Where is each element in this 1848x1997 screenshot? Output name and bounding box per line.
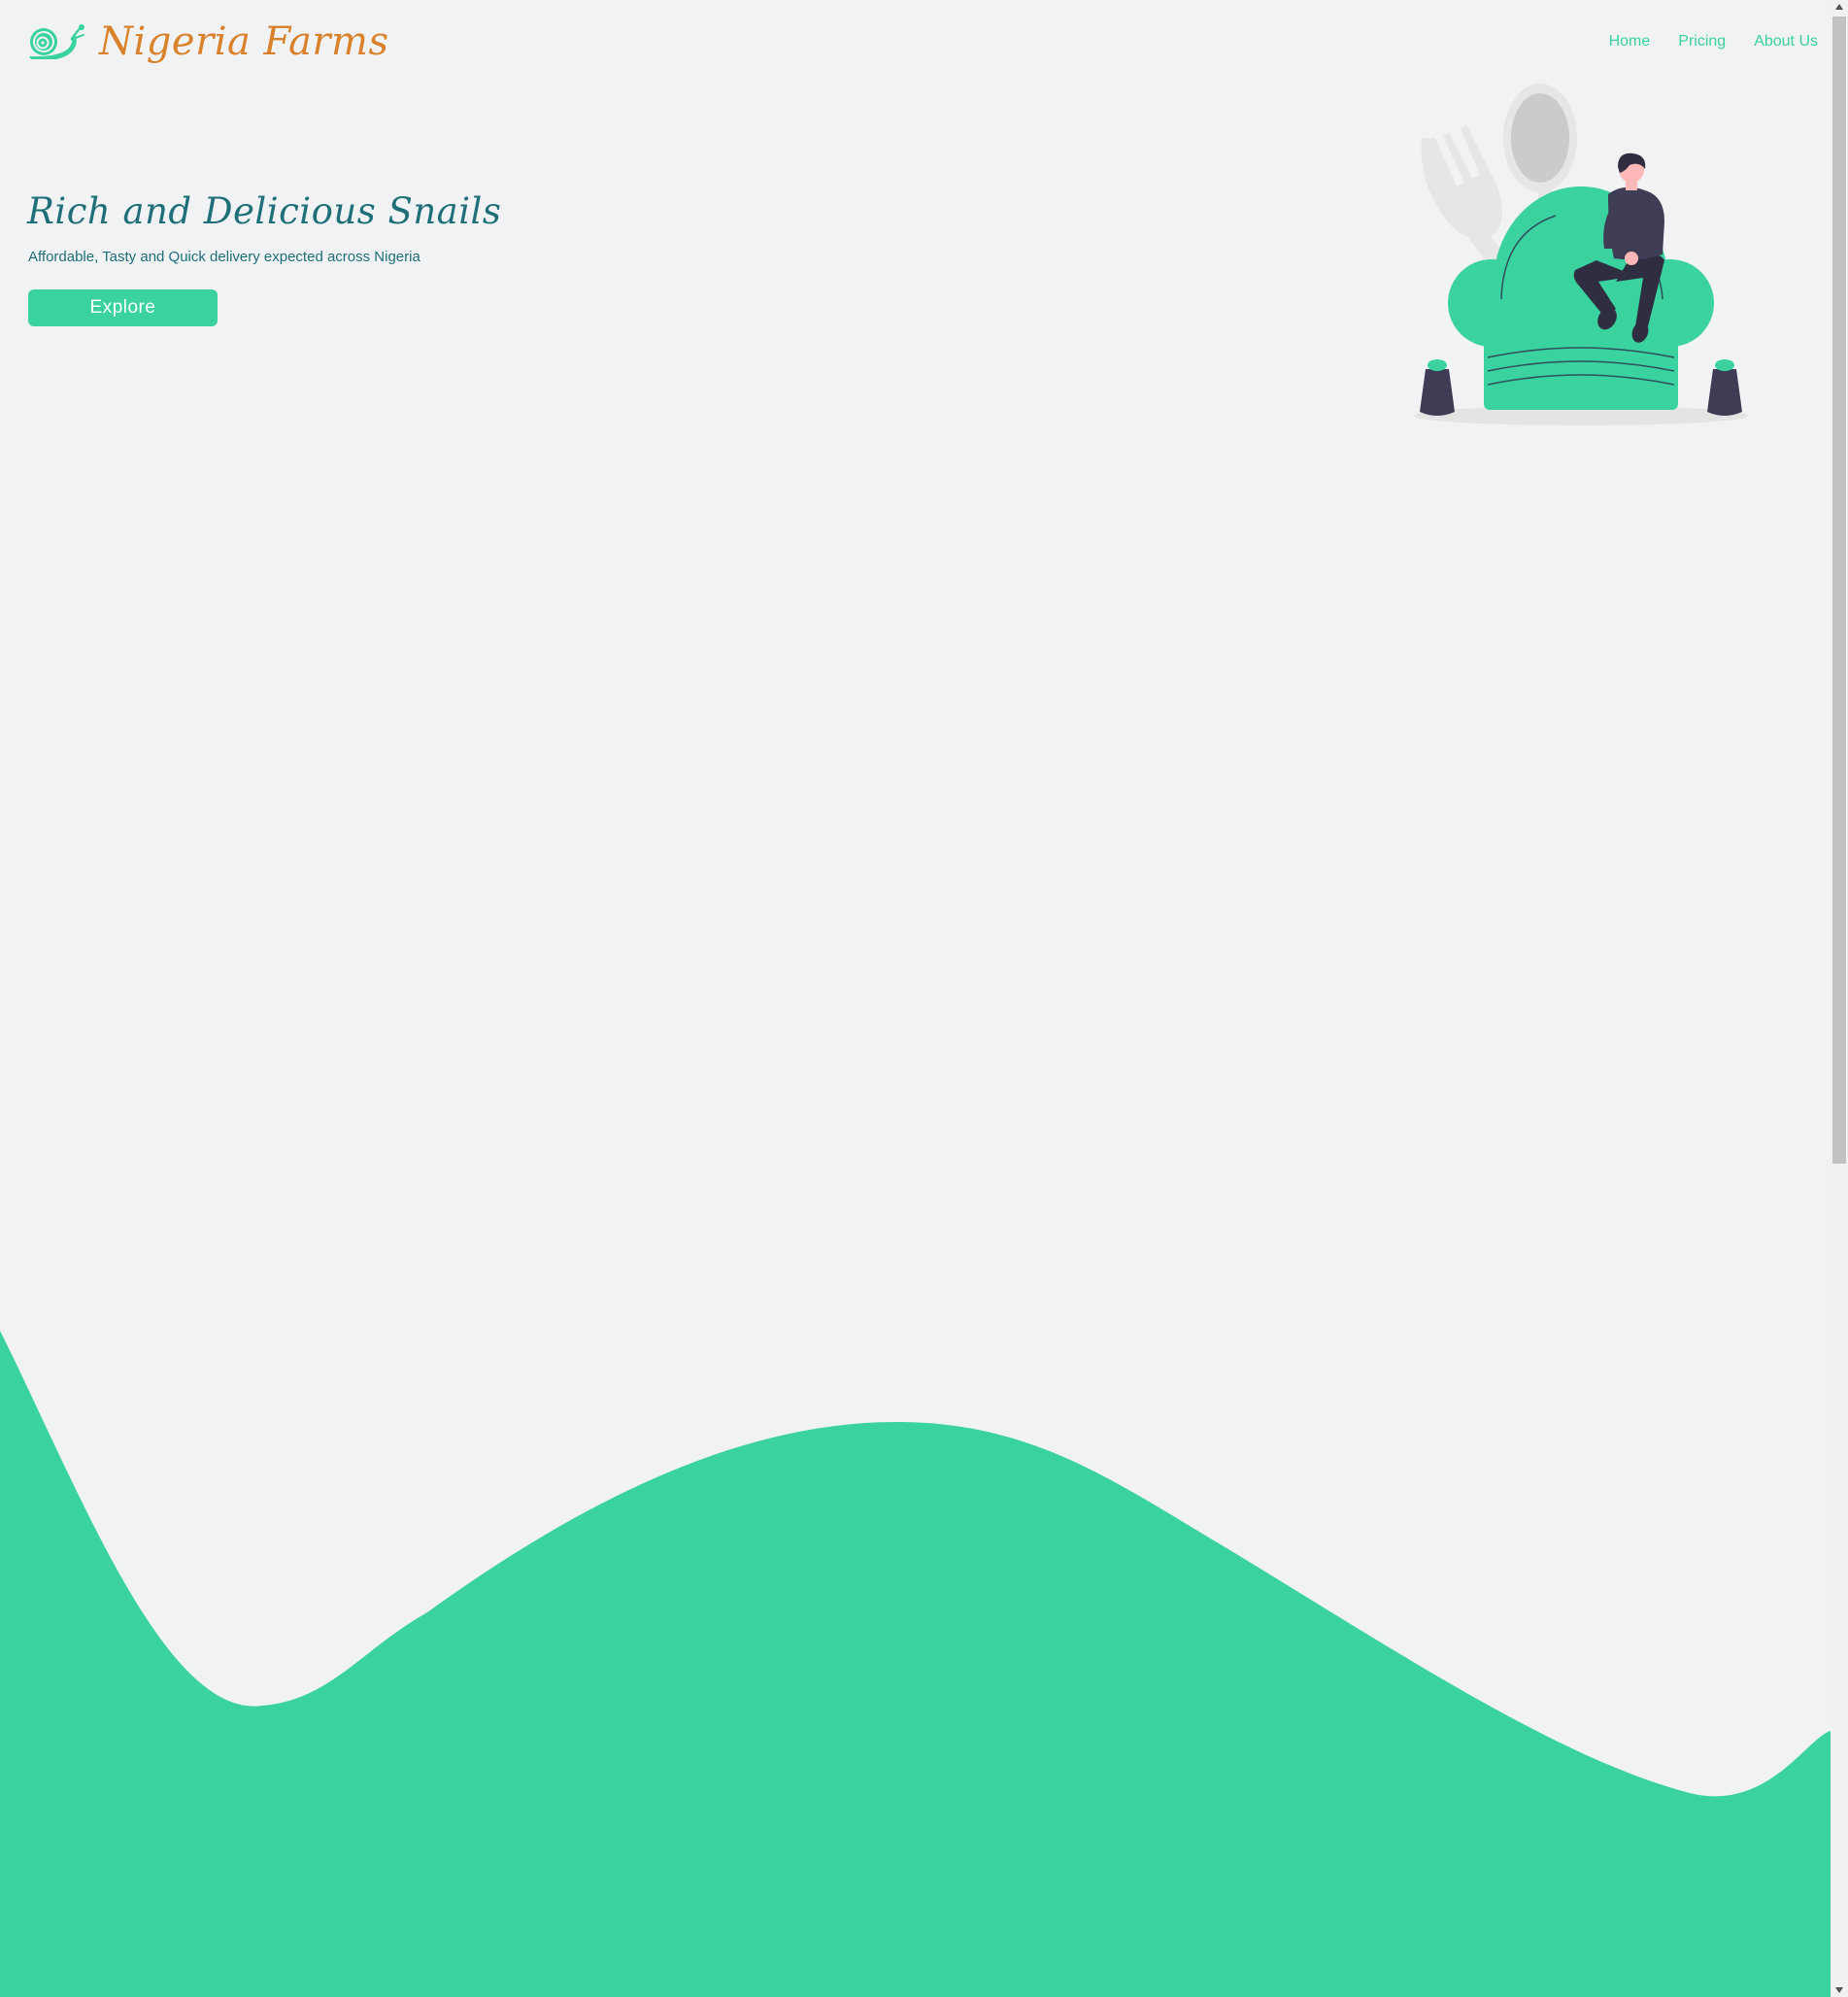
explore-button[interactable]: Explore	[28, 289, 218, 326]
nav-link-pricing[interactable]: Pricing	[1678, 33, 1726, 51]
hero-title: Rich and Delicious Snails	[27, 190, 502, 232]
chef-hat-person-illustration	[1414, 84, 1748, 425]
brand-name: Nigeria Farms	[99, 19, 389, 64]
pepper-shaker-icon	[1420, 359, 1455, 416]
vertical-scrollbar[interactable]	[1831, 0, 1848, 1997]
nav-link-about-us[interactable]: About Us	[1754, 33, 1818, 51]
scroll-down-icon[interactable]	[1835, 1987, 1843, 1993]
snail-icon	[29, 24, 84, 59]
site-header: Nigeria Farms Home Pricing About Us	[0, 0, 1831, 89]
nav-link-home[interactable]: Home	[1609, 33, 1651, 51]
green-wave-decoration	[0, 1331, 1831, 1997]
scroll-up-icon[interactable]	[1835, 4, 1843, 10]
main-nav: Home Pricing About Us	[1609, 33, 1818, 51]
page: Nigeria Farms Home Pricing About Us Rich…	[0, 0, 1848, 1997]
brand-logo-link[interactable]: Nigeria Farms	[27, 17, 389, 66]
hero-subtitle: Affordable, Tasty and Quick delivery exp…	[28, 249, 420, 265]
salt-shaker-icon	[1707, 359, 1742, 416]
scrollbar-thumb[interactable]	[1832, 17, 1846, 1164]
